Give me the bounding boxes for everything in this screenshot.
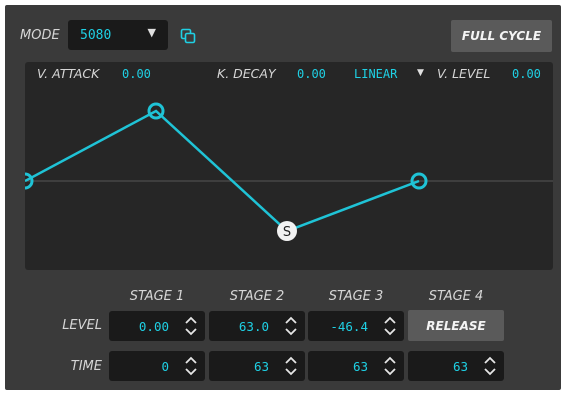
- level-row-label: LEVEL: [62, 318, 102, 333]
- envelope-line: [25, 109, 420, 233]
- mode-select[interactable]: 5080 ▼: [68, 20, 168, 50]
- stepper-arrows-icon[interactable]: [283, 314, 299, 338]
- stage2-level-stepper[interactable]: 63.0: [209, 311, 305, 341]
- stage-level-value: -46.4: [330, 319, 368, 334]
- envelope-graph[interactable]: S V. ATTACK 0.00 K. DECAY 0.00 LINEAR ▼ …: [25, 62, 553, 270]
- stage-time-value: 63: [352, 359, 368, 374]
- stage3-level-stepper[interactable]: -46.4: [308, 311, 404, 341]
- envelope-curve: S: [25, 102, 553, 241]
- copy-icon[interactable]: [180, 28, 196, 44]
- chevron-down-icon: ▼: [147, 26, 156, 39]
- attack-label: V. ATTACK: [37, 66, 100, 81]
- stage4-time-stepper[interactable]: 63: [408, 351, 504, 381]
- stage-header: STAGE 1: [129, 289, 185, 304]
- mode-value: 5080: [80, 28, 112, 43]
- decay-label: K. DECAY: [217, 66, 276, 81]
- level-label: V. LEVEL: [437, 66, 491, 81]
- stepper-arrows-icon[interactable]: [183, 314, 199, 338]
- stage-header: STAGE 4: [428, 289, 484, 304]
- stage3-time-stepper[interactable]: 63: [308, 351, 404, 381]
- stage-header: STAGE 2: [229, 289, 285, 304]
- stage-time-value: 63: [253, 359, 269, 374]
- stepper-arrows-icon[interactable]: [382, 354, 398, 378]
- stage-header: STAGE 3: [328, 289, 384, 304]
- stepper-arrows-icon[interactable]: [382, 314, 398, 338]
- mode-label: MODE: [20, 28, 60, 43]
- stage2-time-stepper[interactable]: 63: [209, 351, 305, 381]
- time-row-label: TIME: [70, 359, 102, 374]
- curve-chevron-down-icon[interactable]: ▼: [417, 68, 424, 78]
- stage-time-value: 63: [452, 359, 468, 374]
- stage1-time-stepper[interactable]: 0: [109, 351, 205, 381]
- stepper-arrows-icon[interactable]: [283, 354, 299, 378]
- decay-value[interactable]: 0.00: [297, 67, 326, 81]
- attack-value[interactable]: 0.00: [122, 67, 151, 81]
- stage-level-value: 0.00: [138, 319, 169, 334]
- release-button[interactable]: RELEASE: [408, 310, 504, 341]
- stage1-level-stepper[interactable]: 0.00: [109, 311, 205, 341]
- full-cycle-button[interactable]: FULL CYCLE: [451, 20, 552, 52]
- stage-level-value: 63.0: [238, 319, 269, 334]
- stage-time-value: 0: [161, 359, 169, 374]
- stepper-arrows-icon[interactable]: [482, 354, 498, 378]
- stepper-arrows-icon[interactable]: [183, 354, 199, 378]
- curve-value[interactable]: LINEAR: [354, 67, 397, 81]
- level-value[interactable]: 0.00: [512, 67, 541, 81]
- sustain-marker: S: [283, 225, 291, 240]
